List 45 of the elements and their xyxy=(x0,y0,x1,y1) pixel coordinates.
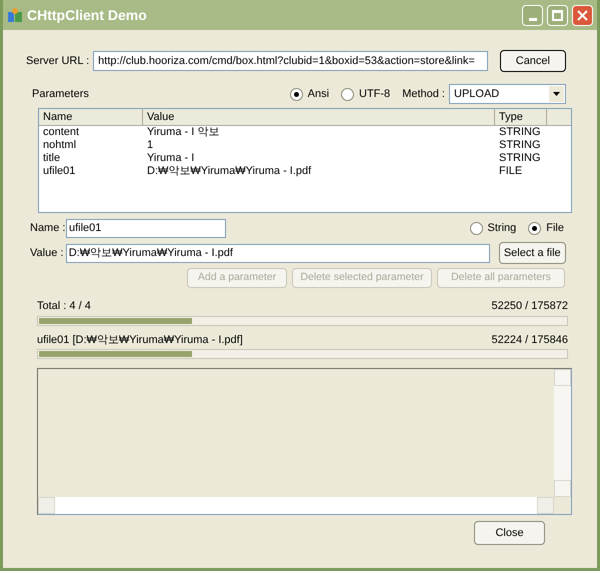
table-cell-text: 1 xyxy=(146,139,154,152)
table-cell-text: Yiruma - I xyxy=(146,152,196,165)
server-url-label: Server URL : xyxy=(26,54,90,69)
parameters-list[interactable]: Name Value Type content Yiruma - I 악보 STRING nohtml 1 STRING title Yiruma - I STRING ufile01 D:₩악보₩Yiruma₩Yiruma - I.pdf FILE xyxy=(38,108,572,213)
type-radio[interactable]: File xyxy=(528,220,564,237)
progress-label: Total : 4 / 4 xyxy=(37,299,91,314)
table-cell-text: STRING xyxy=(498,152,542,165)
type-radio[interactable]: String xyxy=(470,220,516,237)
progress-reading: 52224 / 175846 xyxy=(492,332,568,348)
table-cell-text: D:₩악보₩Yiruma₩Yiruma - I.pdf xyxy=(146,165,312,178)
window-title: CHttpClient Demo xyxy=(27,6,148,25)
table-cell-text: Yiruma - I 악보 xyxy=(146,126,220,139)
value-field[interactable]: D:₩악보₩Yiruma₩Yiruma - I.pdf xyxy=(66,244,490,262)
method-label: Method : xyxy=(402,86,445,102)
table-cell-text: title xyxy=(42,152,62,165)
maximize-button[interactable] xyxy=(547,4,568,26)
table-cell-text: nohtml xyxy=(42,139,78,152)
progress-label: ufile01 [D:₩악보₩Yiruma₩Yiruma - I.pdf] xyxy=(37,332,243,348)
log-box[interactable] xyxy=(37,368,572,515)
value-label: Value : xyxy=(30,246,64,261)
parameters-label: Parameters xyxy=(32,86,90,102)
cancel-button[interactable]: Cancel xyxy=(500,50,566,72)
table-cell-text: STRING xyxy=(498,139,542,152)
table-cell-text: content xyxy=(42,126,80,139)
server-url-field[interactable]: http://club.hooriza.com/cmd/box.html?clubid=1&boxid=53&action=store&link= xyxy=(93,51,488,71)
table-cell-text: FILE xyxy=(498,165,524,178)
method-value: UPLOAD xyxy=(454,86,500,102)
encoding-radio[interactable]: UTF-8 xyxy=(341,86,390,102)
encoding-radio[interactable]: Ansi xyxy=(290,86,330,102)
name-field[interactable]: ufile01 xyxy=(66,219,226,238)
table-cell-text: STRING xyxy=(498,126,542,139)
select-file-button[interactable]: Select a file xyxy=(498,242,566,264)
close-button[interactable]: Close xyxy=(474,521,545,545)
method-dropdown[interactable]: UPLOAD xyxy=(449,84,566,104)
minimize-button[interactable] xyxy=(522,4,543,26)
column-header[interactable]: Value xyxy=(143,109,495,125)
app-icon xyxy=(7,7,23,23)
table-cell-text: ufile01 xyxy=(42,165,76,178)
progress-reading: 52250 / 175872 xyxy=(492,299,568,314)
column-header[interactable]: Type xyxy=(495,109,547,125)
column-header[interactable]: Name xyxy=(39,109,143,125)
name-label: Name : xyxy=(30,221,66,236)
vertical-scrollbar[interactable] xyxy=(554,369,571,497)
close-icon[interactable] xyxy=(572,4,593,26)
horizontal-scrollbar[interactable] xyxy=(38,497,554,514)
